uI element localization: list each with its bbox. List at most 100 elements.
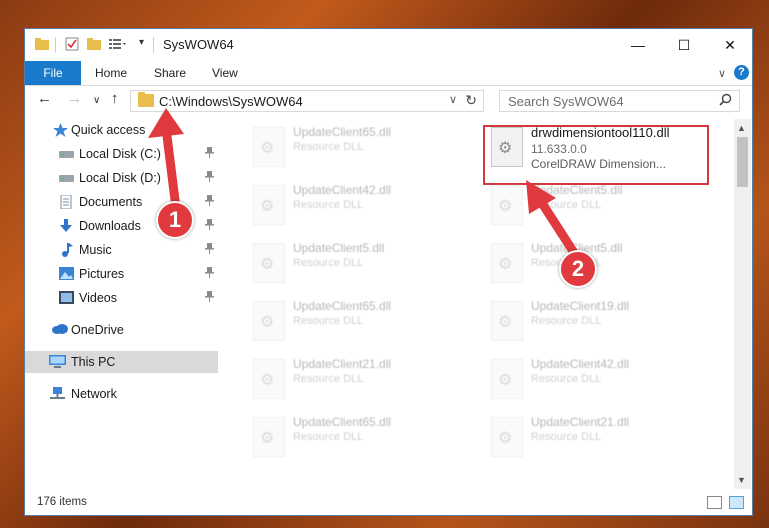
large-icons-view-icon[interactable]: [729, 496, 744, 509]
step-badge-2: 2: [559, 250, 597, 288]
address-bar[interactable]: C:\Windows\SysWOW64 ∨ ↻: [130, 90, 484, 112]
back-button[interactable]: ←: [37, 90, 52, 107]
navigation-pane: Quick access Local Disk (C:) Local Disk (D…: [25, 119, 218, 489]
pin-icon: [205, 291, 214, 305]
sidebar-item-label: This PC: [71, 355, 116, 369]
up-button[interactable]: ↑: [111, 90, 119, 107]
file-type: Resource DLL: [531, 373, 602, 385]
sidebar-item-music[interactable]: Music: [25, 239, 218, 261]
sidebar-item-this-pc[interactable]: This PC: [25, 351, 218, 373]
pin-icon: [205, 147, 214, 161]
dll-file-icon: [253, 301, 285, 341]
sidebar-item-label: Local Disk (C:): [79, 147, 161, 161]
sidebar-item-label: Pictures: [79, 267, 125, 281]
dll-file-icon: [491, 417, 523, 457]
pictures-icon: [59, 267, 74, 280]
file-type: Resource DLL: [293, 373, 364, 385]
tab-home[interactable]: Home: [95, 61, 127, 85]
expand-ribbon-icon[interactable]: ∨: [718, 67, 726, 80]
customize-quick-access-icon[interactable]: [109, 37, 126, 51]
pin-icon: [205, 219, 214, 233]
search-input[interactable]: Search SysWOW64: [499, 90, 740, 112]
list-item[interactable]: UpdateClient42.dll Resource DLL: [483, 355, 705, 407]
vertical-scrollbar[interactable]: ▲ ▼: [734, 119, 751, 489]
scrollbar-thumb[interactable]: [737, 137, 748, 187]
title-bar: ▾ SysWOW64 — ☐ ✕: [25, 29, 752, 61]
tab-view[interactable]: View: [212, 61, 238, 85]
list-item[interactable]: UpdateClient5.dll Resource DLL: [483, 181, 705, 233]
refresh-icon[interactable]: ↻: [465, 92, 477, 109]
minimize-button[interactable]: —: [615, 29, 661, 61]
window-title: SysWOW64: [163, 37, 234, 52]
list-item[interactable]: UpdateClient21.dll Resource DLL: [483, 413, 705, 465]
dll-file-icon: [491, 359, 523, 399]
list-item[interactable]: UpdateClient5.dll Resource DLL: [245, 239, 467, 291]
dll-file-icon: [253, 417, 285, 457]
address-dropdown-icon[interactable]: ∨: [449, 93, 457, 106]
scroll-up-icon[interactable]: ▲: [737, 123, 746, 133]
documents-icon: [59, 194, 74, 210]
sidebar-item-label: Downloads: [79, 219, 141, 233]
sidebar-item-local-disk-d[interactable]: Local Disk (D:): [25, 167, 218, 189]
list-item[interactable]: UpdateClient21.dll Resource DLL: [245, 355, 467, 407]
file-type: Resource DLL: [531, 199, 602, 211]
forward-button[interactable]: →: [67, 90, 82, 107]
ribbon-tabs: File Home Share View ∨ ?: [25, 61, 752, 86]
file-type: Resource DLL: [293, 257, 364, 269]
folder-icon[interactable]: [35, 37, 49, 51]
list-item[interactable]: UpdateClient65.dll Resource DLL: [245, 413, 467, 465]
dll-file-icon: [253, 185, 285, 225]
quick-access-dropdown-icon[interactable]: ▾: [139, 37, 153, 51]
search-icon[interactable]: [719, 93, 732, 109]
file-name: UpdateClient21.dll: [531, 415, 630, 429]
sidebar-item-quick-access[interactable]: Quick access: [25, 119, 218, 141]
download-icon: [59, 219, 74, 232]
list-item[interactable]: UpdateClient65.dll Resource DLL: [245, 123, 467, 175]
pin-icon: [205, 171, 214, 185]
file-name: UpdateClient5.dll: [531, 183, 623, 197]
sidebar-item-network[interactable]: Network: [25, 383, 218, 405]
videos-icon: [59, 291, 74, 304]
list-item[interactable]: UpdateClient19.dll Resource DLL: [483, 297, 705, 349]
dll-file-icon: [253, 243, 285, 283]
drive-icon: [59, 147, 74, 160]
sidebar-item-local-disk-c[interactable]: Local Disk (C:): [25, 143, 218, 165]
sidebar-item-label: Videos: [79, 291, 117, 305]
file-name: UpdateClient42.dll: [293, 183, 392, 197]
title-separator: [55, 37, 56, 53]
sidebar-item-label: Network: [71, 387, 117, 401]
file-list: drwdimensiontool110.dll 11.633.0.0 Corel…: [219, 119, 734, 489]
scroll-down-icon[interactable]: ▼: [737, 475, 746, 485]
properties-icon[interactable]: [65, 37, 79, 51]
sidebar-item-pictures[interactable]: Pictures: [25, 263, 218, 285]
file-type: Resource DLL: [293, 141, 364, 153]
recent-locations-icon[interactable]: ∨: [93, 95, 100, 106]
file-name: UpdateClient65.dll: [293, 125, 392, 139]
status-bar: 176 items: [25, 491, 752, 515]
tab-file[interactable]: File: [25, 61, 81, 85]
file-name: UpdateClient42.dll: [531, 357, 630, 371]
folder-icon: [138, 92, 154, 107]
sidebar-item-videos[interactable]: Videos: [25, 287, 218, 309]
file-type: Resource DLL: [293, 431, 364, 443]
details-view-icon[interactable]: [707, 496, 722, 509]
dll-file-icon: [491, 243, 523, 283]
list-item[interactable]: UpdateClient42.dll Resource DLL: [245, 181, 467, 233]
file-type: Resource DLL: [531, 315, 602, 327]
pin-icon: [205, 267, 214, 281]
search-placeholder: Search SysWOW64: [508, 94, 624, 109]
tab-share[interactable]: Share: [154, 61, 186, 85]
sidebar-item-label: OneDrive: [71, 323, 124, 337]
cloud-icon: [51, 323, 68, 336]
file-name: UpdateClient5.dll: [293, 241, 385, 255]
drive-icon: [59, 171, 74, 184]
address-path[interactable]: C:\Windows\SysWOW64: [159, 94, 303, 109]
help-icon[interactable]: ?: [734, 65, 749, 80]
dll-file-icon: [491, 301, 523, 341]
close-button[interactable]: ✕: [707, 29, 752, 61]
star-icon: [53, 123, 68, 137]
maximize-button[interactable]: ☐: [661, 29, 707, 61]
list-item[interactable]: UpdateClient65.dll Resource DLL: [245, 297, 467, 349]
sidebar-item-onedrive[interactable]: OneDrive: [25, 319, 218, 341]
new-folder-icon[interactable]: [87, 37, 101, 51]
